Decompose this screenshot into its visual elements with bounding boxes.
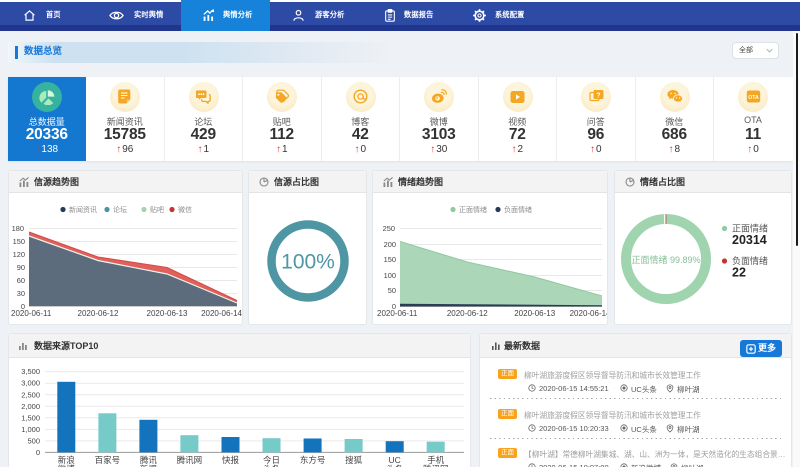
svg-text:OTA: OTA bbox=[748, 95, 759, 101]
svg-text:1,000: 1,000 bbox=[21, 425, 40, 434]
svg-text:0: 0 bbox=[36, 448, 40, 457]
svg-text:2020-06-14: 2020-06-14 bbox=[201, 309, 242, 318]
svg-text:2020-06-13: 2020-06-13 bbox=[147, 309, 188, 318]
svg-text:东方号: 东方号 bbox=[300, 455, 326, 465]
svg-text:250: 250 bbox=[383, 224, 395, 233]
svg-text:百家号: 百家号 bbox=[95, 455, 121, 465]
svg-text:180: 180 bbox=[12, 224, 24, 233]
svg-text:2,500: 2,500 bbox=[21, 390, 40, 399]
svg-text:贴吧: 贴吧 bbox=[150, 205, 164, 214]
svg-text:2,000: 2,000 bbox=[21, 402, 40, 411]
svg-text:20314: 20314 bbox=[732, 233, 767, 247]
svg-text:90: 90 bbox=[17, 263, 25, 272]
svg-text:2020-06-12: 2020-06-12 bbox=[447, 309, 488, 318]
svg-text:100%: 100% bbox=[281, 251, 335, 274]
svg-text:200: 200 bbox=[384, 240, 396, 249]
svg-text:正面情绪: 正面情绪 bbox=[732, 223, 768, 234]
svg-text:60: 60 bbox=[17, 276, 25, 285]
svg-text:负面情绪: 负面情绪 bbox=[732, 255, 768, 266]
svg-text:微信: 微信 bbox=[178, 205, 192, 214]
svg-text:?: ? bbox=[596, 93, 600, 100]
svg-text:快报: 快报 bbox=[222, 455, 240, 465]
svg-text:搜狐: 搜狐 bbox=[345, 455, 363, 465]
svg-text:1,500: 1,500 bbox=[21, 413, 40, 422]
svg-text:正面情绪 99.89%: 正面情绪 99.89% bbox=[631, 254, 700, 265]
svg-text:2020-06-14: 2020-06-14 bbox=[570, 309, 607, 318]
svg-text:22: 22 bbox=[732, 266, 746, 280]
svg-text:2020-06-11: 2020-06-11 bbox=[377, 309, 418, 318]
svg-text:论坛: 论坛 bbox=[113, 205, 127, 214]
svg-text:2020-06-13: 2020-06-13 bbox=[514, 309, 555, 318]
svg-text:100: 100 bbox=[384, 271, 396, 280]
svg-text:腾讯网: 腾讯网 bbox=[177, 455, 203, 465]
svg-text:150: 150 bbox=[384, 255, 396, 264]
svg-text:120: 120 bbox=[13, 250, 25, 259]
svg-text:3,500: 3,500 bbox=[21, 367, 40, 376]
svg-text:30: 30 bbox=[17, 289, 25, 298]
svg-text:新闻资讯: 新闻资讯 bbox=[69, 205, 97, 214]
svg-text:3,000: 3,000 bbox=[21, 379, 40, 388]
svg-text:50: 50 bbox=[388, 286, 396, 295]
svg-text:2020-06-11: 2020-06-11 bbox=[11, 309, 52, 318]
svg-text:500: 500 bbox=[27, 436, 40, 445]
svg-text:150: 150 bbox=[13, 237, 25, 246]
svg-text:2020-06-12: 2020-06-12 bbox=[78, 309, 119, 318]
svg-text:负面情绪: 负面情绪 bbox=[504, 205, 532, 214]
svg-text:正面情绪: 正面情绪 bbox=[459, 205, 487, 214]
